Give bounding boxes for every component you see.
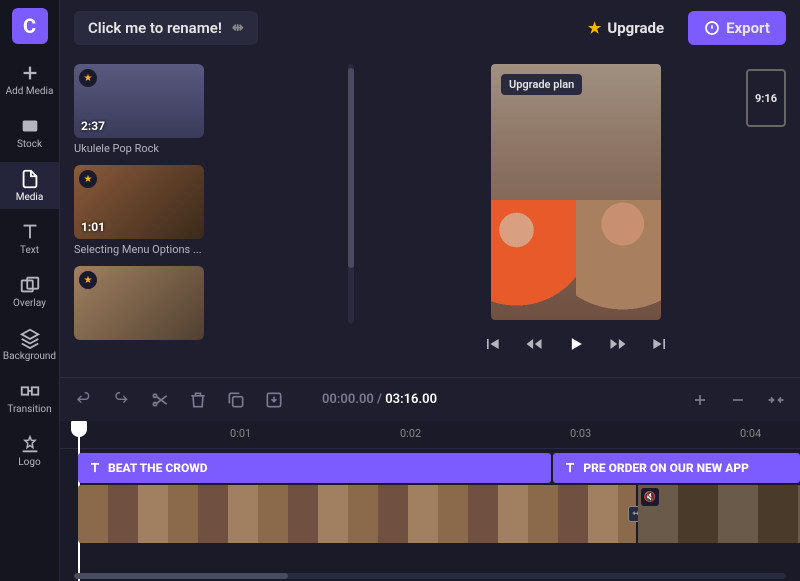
split-button[interactable] [150, 390, 170, 410]
media-thumb-audio[interactable]: ★ 2:37 [74, 64, 204, 138]
video-track: ⇿ 🔇 [78, 485, 800, 543]
delete-button[interactable] [188, 390, 208, 410]
media-thumb-video[interactable]: ★ 1:01 [74, 165, 204, 239]
copy-button[interactable] [226, 390, 246, 410]
export-label: Export [726, 19, 770, 37]
playback-controls [482, 334, 670, 354]
nav-background[interactable]: Background [0, 321, 59, 368]
mid-area: ★ 2:37 Ukulele Pop Rock ★ 1:01 Selecting… [60, 56, 800, 377]
scrollbar-thumb[interactable] [74, 573, 288, 579]
nav-label: Add Media [6, 87, 54, 97]
nav-text[interactable]: Text [0, 215, 59, 262]
transition-icon [19, 380, 41, 402]
clip-label: BEAT THE CROWD [108, 461, 208, 475]
video-clip[interactable]: ⇿ [78, 485, 638, 543]
project-title-input[interactable]: Click me to rename! ⇹ [74, 11, 258, 45]
nav-label: Media [16, 193, 44, 203]
star-icon: ★ [588, 19, 601, 37]
aspect-ratio-button[interactable]: 9:16 [746, 69, 786, 127]
download-button[interactable] [264, 390, 284, 410]
text-clip[interactable]: BEAT THE CROWD [78, 453, 551, 483]
skip-end-button[interactable] [650, 334, 670, 354]
star-icon: ★ [79, 170, 97, 188]
text-icon [88, 461, 102, 475]
video-clip[interactable]: 🔇 [638, 485, 800, 543]
ruler-tick: 0:04 [740, 427, 761, 440]
zoom-out-button[interactable] [728, 390, 748, 410]
media-icon [19, 168, 41, 190]
media-item[interactable]: ★ 2:37 Ukulele Pop Rock [74, 64, 354, 155]
plus-icon [19, 62, 41, 84]
main-area: Click me to rename! ⇹ ★ Upgrade Export ★… [60, 0, 800, 581]
scrollbar-thumb[interactable] [348, 68, 354, 268]
left-nav: C Add Media Stock Media Text Overlay Bac… [0, 0, 60, 581]
duration-label: 2:37 [81, 119, 105, 133]
nav-logo[interactable]: Logo [0, 427, 59, 474]
zoom-fit-button[interactable] [766, 390, 786, 410]
nav-overlay[interactable]: Overlay [0, 268, 59, 315]
ruler-tick: 0:02 [400, 427, 421, 440]
redo-button[interactable] [112, 390, 132, 410]
timeline-ruler[interactable]: 0:01 0:02 0:03 0:04 [60, 421, 800, 449]
logo-icon [19, 433, 41, 455]
rewind-button[interactable] [524, 334, 544, 354]
nav-label: Stock [17, 140, 42, 150]
upgrade-tooltip[interactable]: Upgrade plan [501, 74, 582, 95]
time-total: 03:16.00 [385, 392, 437, 407]
background-icon [19, 327, 41, 349]
play-button[interactable] [566, 334, 586, 354]
media-title: Selecting Menu Options ... [74, 243, 354, 256]
timeline-toolbar: 00:00.00 / 03:16.00 [60, 377, 800, 421]
video-preview[interactable]: Upgrade plan [491, 64, 661, 320]
nav-label: Overlay [13, 299, 46, 309]
clip-label: PRE ORDER ON OUR NEW APP [583, 461, 749, 475]
media-panel: ★ 2:37 Ukulele Pop Rock ★ 1:01 Selecting… [74, 64, 354, 377]
duration-label: 1:01 [81, 220, 105, 234]
skip-start-button[interactable] [482, 334, 502, 354]
unlink-icon: ⇹ [232, 20, 244, 36]
undo-button[interactable] [74, 390, 94, 410]
forward-button[interactable] [608, 334, 628, 354]
media-item[interactable]: ★ 1:01 Selecting Menu Options ... [74, 165, 354, 256]
info-icon [704, 20, 720, 36]
nav-label: Transition [7, 405, 51, 415]
preview-area: 9:16 Upgrade plan [366, 64, 786, 377]
nav-label: Logo [18, 458, 40, 468]
app-logo[interactable]: C [12, 8, 48, 44]
nav-media[interactable]: Media [0, 162, 59, 209]
topbar: Click me to rename! ⇹ ★ Upgrade Export [60, 0, 800, 56]
rename-label: Click me to rename! [88, 19, 222, 37]
nav-add-media[interactable]: Add Media [0, 56, 59, 103]
text-clip[interactable]: PRE ORDER ON OUR NEW APP [553, 453, 800, 483]
text-icon [19, 221, 41, 243]
overlay-icon [19, 274, 41, 296]
aspect-label: 9:16 [755, 92, 777, 105]
timecode: 00:00.00 / 03:16.00 [322, 392, 437, 407]
upgrade-label: Upgrade [607, 19, 664, 37]
zoom-in-button[interactable] [690, 390, 710, 410]
timeline[interactable]: 0:01 0:02 0:03 0:04 BEAT THE CROWD PRE O… [60, 421, 800, 581]
media-item[interactable]: ★ [74, 266, 354, 340]
nav-label: Text [20, 246, 39, 256]
media-thumb-video[interactable]: ★ [74, 266, 204, 340]
ruler-tick: 0:01 [230, 427, 251, 440]
mute-icon[interactable]: 🔇 [641, 488, 659, 506]
ruler-tick: 0:03 [570, 427, 591, 440]
media-title: Ukulele Pop Rock [74, 142, 354, 155]
stock-icon [19, 115, 41, 137]
media-scrollbar[interactable] [348, 64, 354, 324]
timeline-scrollbar[interactable] [74, 573, 786, 579]
star-icon: ★ [79, 271, 97, 289]
export-button[interactable]: Export [688, 11, 786, 45]
nav-label: Background [3, 352, 56, 362]
text-track: BEAT THE CROWD PRE ORDER ON OUR NEW APP [78, 453, 800, 483]
time-current: 00:00.00 [322, 392, 374, 407]
nav-transition[interactable]: Transition [0, 374, 59, 421]
nav-stock[interactable]: Stock [0, 109, 59, 156]
text-icon [563, 461, 577, 475]
star-icon: ★ [79, 69, 97, 87]
upgrade-button[interactable]: ★ Upgrade [574, 11, 678, 45]
